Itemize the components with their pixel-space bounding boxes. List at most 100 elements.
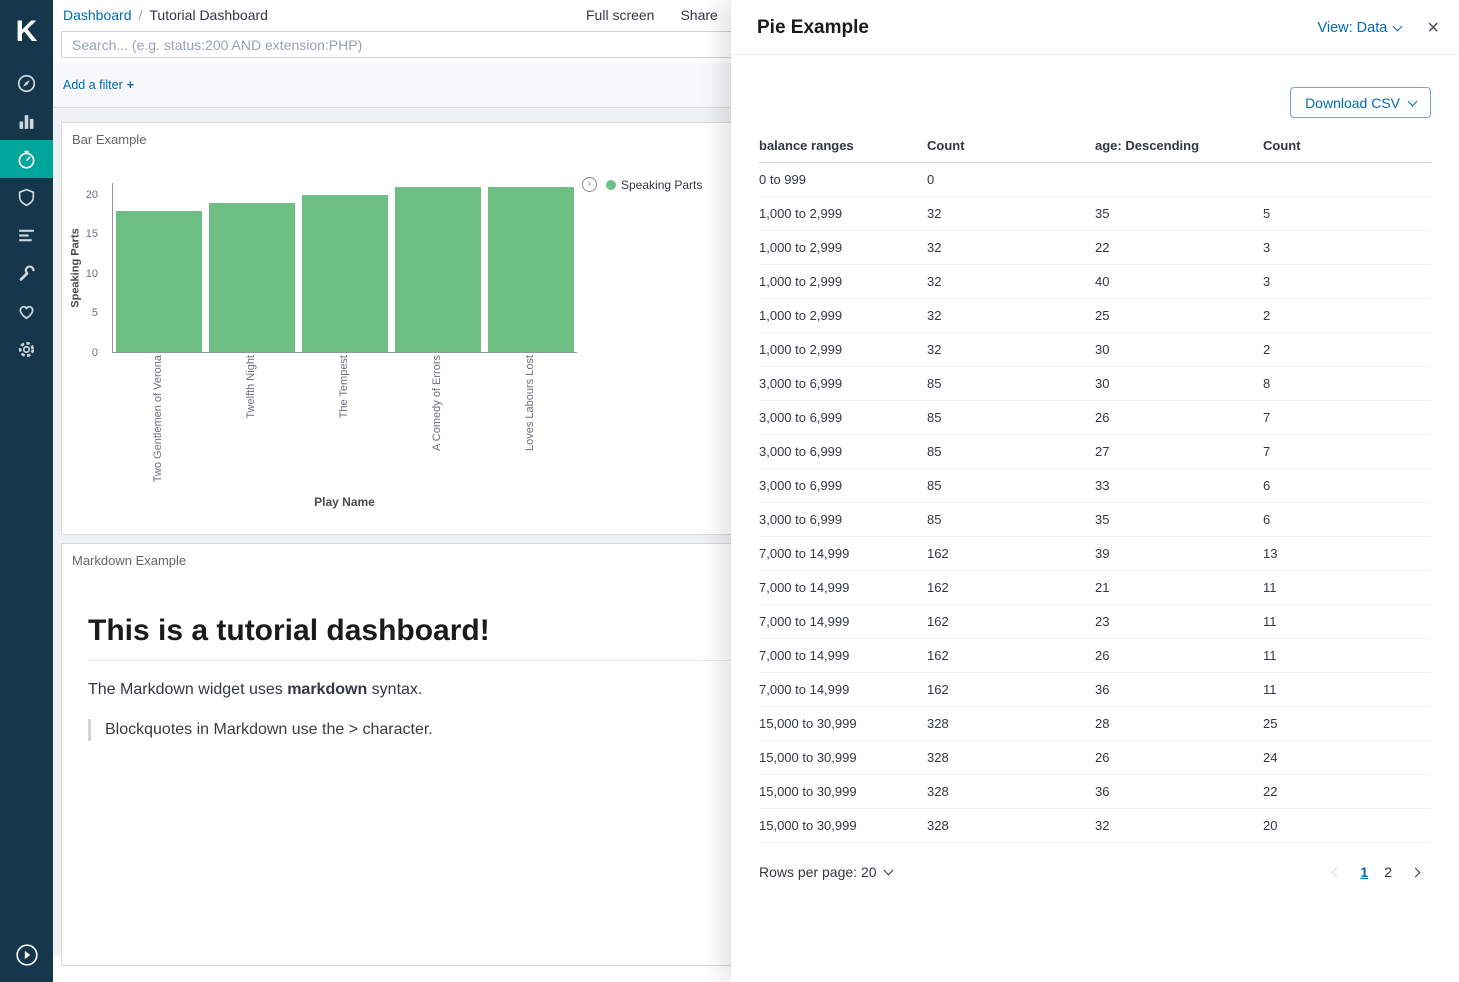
table-row: 7,000 to 14,9991622111: [759, 571, 1431, 605]
gear-icon: [16, 339, 37, 360]
sidebar-item-management[interactable]: [0, 330, 53, 368]
plus-icon: +: [127, 78, 134, 92]
table-cell: 1,000 to 2,999: [759, 333, 927, 367]
table-cell: 26: [1095, 639, 1263, 673]
full-screen-button[interactable]: Full screen: [586, 7, 654, 23]
y-ticks: 05101520: [62, 183, 106, 353]
table-cell: 11: [1263, 571, 1431, 605]
y-tick-label: 0: [92, 347, 98, 359]
table-cell: 21: [1095, 571, 1263, 605]
y-tick-label: 10: [86, 268, 98, 280]
page-button[interactable]: 1: [1360, 864, 1368, 880]
table-cell: 7,000 to 14,999: [759, 571, 927, 605]
table-cell: 328: [927, 741, 1095, 775]
bar-plot: [112, 183, 577, 353]
table-cell: 2: [1263, 299, 1431, 333]
legend-item[interactable]: Speaking Parts: [606, 178, 702, 192]
rows-per-page-selector[interactable]: Rows per page: 20: [759, 864, 892, 880]
table-cell: [1095, 163, 1263, 197]
page-button[interactable]: 2: [1384, 864, 1392, 880]
table-cell: 3,000 to 6,999: [759, 469, 927, 503]
close-icon[interactable]: ×: [1423, 16, 1443, 40]
timelines-icon: [16, 225, 37, 246]
pagination-pages: 12: [1360, 864, 1392, 880]
rows-per-page-label: Rows per page: 20: [759, 864, 877, 880]
bar[interactable]: [488, 187, 574, 352]
table-cell: 26: [1095, 401, 1263, 435]
download-csv-button[interactable]: Download CSV: [1290, 87, 1431, 118]
table-column-header: Count: [927, 130, 1095, 163]
table-cell: 1,000 to 2,999: [759, 197, 927, 231]
table-cell: 7,000 to 14,999: [759, 537, 927, 571]
markdown-bold-text: markdown: [287, 681, 367, 698]
x-axis-label: The Tempest: [338, 355, 350, 418]
table-row: 3,000 to 6,99985336: [759, 469, 1431, 503]
table-cell: 32: [1095, 809, 1263, 843]
previous-page-button[interactable]: [1329, 860, 1344, 883]
table-row: 7,000 to 14,9991623913: [759, 537, 1431, 571]
table-cell: 13: [1263, 537, 1431, 571]
table-cell: 32: [927, 333, 1095, 367]
table-cell: 7,000 to 14,999: [759, 639, 927, 673]
kibana-logo[interactable]: K: [0, 0, 53, 64]
table-cell: 7: [1263, 435, 1431, 469]
compass-icon: [16, 73, 37, 94]
breadcrumb-current: Tutorial Dashboard: [149, 7, 268, 23]
next-page-button[interactable]: [1408, 860, 1423, 883]
table-cell: 0: [927, 163, 1095, 197]
table-cell: 328: [927, 775, 1095, 809]
sidebar-item-visualize[interactable]: [0, 102, 53, 140]
sidebar-item-dashboard[interactable]: [0, 140, 53, 178]
table-cell: 15,000 to 30,999: [759, 775, 927, 809]
share-button[interactable]: Share: [680, 7, 717, 23]
table-row: 0 to 9990: [759, 163, 1431, 197]
table-cell: 11: [1263, 605, 1431, 639]
table-row: 3,000 to 6,99985356: [759, 503, 1431, 537]
table-column-header: Count: [1263, 130, 1431, 163]
table-body: 0 to 99901,000 to 2,999323551,000 to 2,9…: [759, 163, 1431, 843]
legend-label: Speaking Parts: [621, 178, 702, 192]
table-row: 1,000 to 2,99932403: [759, 265, 1431, 299]
table-row: 3,000 to 6,99985308: [759, 367, 1431, 401]
table-cell: 25: [1095, 299, 1263, 333]
view-data-selector[interactable]: View: Data: [1317, 20, 1401, 36]
y-tick-label: 5: [92, 307, 98, 319]
table-cell: 15,000 to 30,999: [759, 707, 927, 741]
bar[interactable]: [302, 195, 388, 352]
sidebar-item-timelion[interactable]: [0, 216, 53, 254]
table-row: 1,000 to 2,99932223: [759, 231, 1431, 265]
table-cell: 36: [1095, 775, 1263, 809]
chevron-left-icon: [1332, 868, 1342, 878]
legend-toggle-icon[interactable]: ›: [582, 177, 597, 192]
sidebar-item-devtools[interactable]: [0, 254, 53, 292]
data-table: balance rangesCountage: DescendingCount …: [759, 130, 1431, 843]
table-cell: 26: [1095, 741, 1263, 775]
pagination: 12: [1329, 860, 1431, 883]
sidebar-item-discover[interactable]: [0, 64, 53, 102]
sidebar-collapse-button[interactable]: [0, 928, 53, 982]
sidebar-item-monitoring[interactable]: [0, 292, 53, 330]
x-axis-label: Two Gentlemen of Verona: [152, 355, 164, 482]
x-axis-label: A Comedy of Errors: [431, 355, 443, 451]
table-cell: 162: [927, 605, 1095, 639]
table-cell: 85: [927, 503, 1095, 537]
bar[interactable]: [395, 187, 481, 352]
add-filter-link[interactable]: Add a filter+: [63, 78, 134, 92]
table-row: 15,000 to 30,9993283622: [759, 775, 1431, 809]
sidebar-item-security[interactable]: [0, 178, 53, 216]
table-cell: 7: [1263, 401, 1431, 435]
dashboard-top-nav: Full screen Share: [586, 0, 718, 30]
breadcrumb-dashboard-link[interactable]: Dashboard: [63, 7, 132, 23]
table-cell: 28: [1095, 707, 1263, 741]
table-cell: 3,000 to 6,999: [759, 367, 927, 401]
table-cell: 3,000 to 6,999: [759, 401, 927, 435]
table-row: 1,000 to 2,99932355: [759, 197, 1431, 231]
markdown-text: syntax.: [367, 681, 422, 698]
bar[interactable]: [116, 211, 202, 352]
table-cell: 328: [927, 809, 1095, 843]
bar[interactable]: [209, 203, 295, 352]
heart-icon: [16, 301, 37, 322]
play-circle-icon: [15, 943, 39, 967]
table-header-row: balance rangesCountage: DescendingCount: [759, 130, 1431, 163]
table-cell: 1,000 to 2,999: [759, 265, 927, 299]
